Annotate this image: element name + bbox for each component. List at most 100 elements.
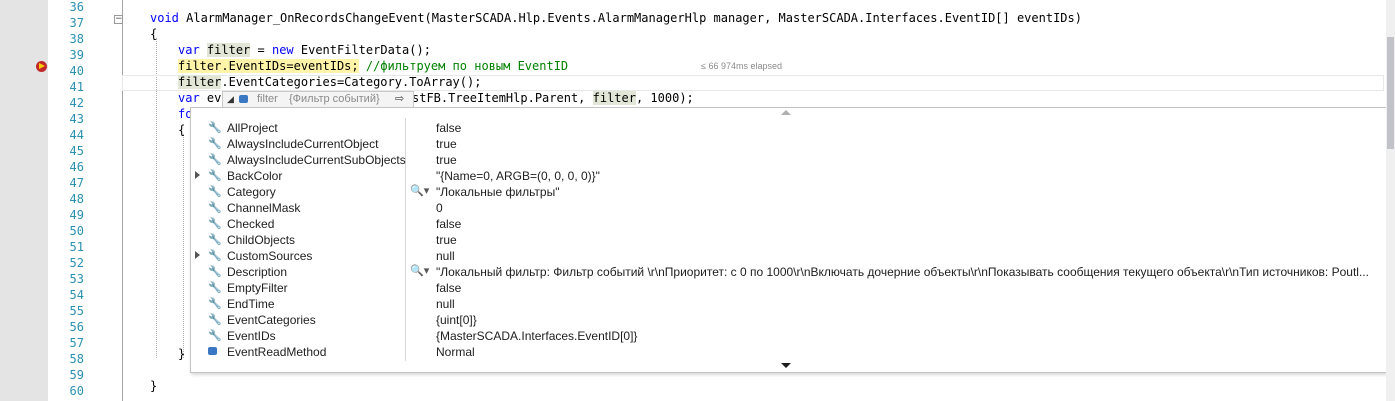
property-value[interactable]: true bbox=[436, 233, 1381, 247]
property-value[interactable]: "{Name=0, ARGB=(0, 0, 0, 0)}" bbox=[436, 169, 1381, 183]
line-number: 37 bbox=[69, 16, 84, 30]
property-row[interactable]: 🔧 AlwaysIncludeCurrentObject true bbox=[191, 136, 1386, 152]
keyword: void bbox=[150, 11, 179, 25]
code-text: , 1000); bbox=[635, 91, 694, 105]
collapse-datatip-icon[interactable]: ◢ bbox=[227, 94, 234, 105]
wrench-icon: 🔧 bbox=[208, 170, 222, 182]
property-row[interactable]: 🔧 ChildObjects true bbox=[191, 232, 1386, 248]
expand-arrow-icon[interactable] bbox=[195, 171, 200, 179]
property-row[interactable]: 🔧 Checked false bbox=[191, 216, 1386, 232]
scroll-down-icon[interactable] bbox=[781, 363, 791, 368]
code-line-41-tail[interactable]: stFB.TreeItemHlp.Parent, filter, 1000); bbox=[412, 91, 694, 105]
wrench-icon: 🔧 bbox=[208, 154, 222, 166]
code-line-37[interactable]: { bbox=[150, 27, 157, 41]
scrollbar-thumb[interactable] bbox=[1387, 37, 1394, 149]
property-row[interactable]: 🔧 Category 🔍▾ "Локальные фильтры" bbox=[191, 184, 1386, 200]
open-brace: { bbox=[178, 123, 186, 137]
method-signature: AlarmManager_OnRecordsChangeEvent(Master… bbox=[178, 11, 1082, 25]
indent-guide-inner bbox=[183, 134, 184, 358]
close-brace: } bbox=[178, 347, 186, 361]
line-number: 56 bbox=[69, 320, 84, 334]
scroll-up-icon[interactable] bbox=[781, 110, 791, 115]
property-row[interactable]: 🔧 EmptyFilter false bbox=[191, 280, 1386, 296]
property-name: Category bbox=[227, 185, 276, 199]
perf-tip-elapsed[interactable]: ≤ 66 974ms elapsed bbox=[701, 61, 782, 71]
property-name: AlwaysIncludeCurrentSubObjects bbox=[227, 153, 406, 167]
property-value[interactable]: 0 bbox=[436, 201, 1381, 215]
line-number: 39 bbox=[69, 48, 84, 62]
property-value[interactable]: false bbox=[436, 217, 1381, 231]
property-value[interactable]: false bbox=[436, 121, 1381, 135]
close-brace: } bbox=[150, 379, 158, 393]
wrench-icon: 🔧 bbox=[208, 330, 222, 342]
property-name: Checked bbox=[227, 217, 275, 231]
property-row[interactable]: 🔧 Description 🔍▾ "Локальный фильтр: Фильтр … bbox=[191, 264, 1386, 280]
code-line-38[interactable]: var filter = new EventFilterData(); bbox=[178, 43, 431, 57]
variable-filter[interactable]: filter bbox=[206, 43, 251, 57]
property-value[interactable]: "Локальный фильтр: Фильтр событий \r\nПр… bbox=[436, 265, 1381, 279]
property-name: EventCategories bbox=[227, 313, 316, 327]
property-name: EventIDs bbox=[227, 329, 276, 343]
property-row[interactable]: 🔧 EndTime null bbox=[191, 296, 1386, 312]
property-value[interactable]: {MasterSCADA.Interfaces.EventID[0]} bbox=[436, 329, 1381, 343]
wrench-icon: 🔧 bbox=[208, 202, 222, 214]
property-value[interactable]: "Локальные фильтры" bbox=[436, 185, 1381, 199]
line-number: 42 bbox=[69, 96, 84, 110]
line-number: 49 bbox=[69, 208, 84, 222]
keyword: var bbox=[178, 43, 200, 57]
code-text: ev bbox=[199, 91, 222, 105]
property-name: AlwaysIncludeCurrentObject bbox=[227, 137, 379, 151]
property-value[interactable]: true bbox=[436, 153, 1381, 167]
property-row[interactable]: 🔧 EventIDs {MasterSCADA.Interfaces.EventID… bbox=[191, 328, 1386, 344]
property-row[interactable]: 🔧 ChannelMask 0 bbox=[191, 200, 1386, 216]
property-value[interactable]: false bbox=[436, 281, 1381, 295]
code-text: = bbox=[250, 43, 272, 57]
property-name: ChannelMask bbox=[227, 201, 301, 215]
code-line-59[interactable]: } bbox=[150, 379, 157, 393]
line-number: 53 bbox=[69, 272, 84, 286]
property-value[interactable]: null bbox=[436, 249, 1381, 263]
pin-icon[interactable]: ⇨ bbox=[395, 92, 404, 105]
variable-filter[interactable]: filter bbox=[592, 91, 636, 105]
property-row[interactable]: 🔧 EventCategories {uint[0]} bbox=[191, 312, 1386, 328]
property-value[interactable]: true bbox=[436, 137, 1381, 151]
wrench-icon: 🔧 bbox=[208, 298, 222, 310]
property-name: Description bbox=[227, 265, 288, 279]
expand-arrow-icon[interactable] bbox=[195, 251, 200, 259]
property-value[interactable]: {uint[0]} bbox=[436, 313, 1381, 327]
property-name: AllProject bbox=[227, 121, 278, 135]
variable-filter[interactable]: filter bbox=[178, 75, 222, 89]
open-brace: { bbox=[150, 27, 158, 41]
property-value[interactable]: Normal bbox=[436, 345, 1381, 359]
code-line-43[interactable]: { bbox=[178, 123, 185, 137]
property-row[interactable]: 🔧 AllProject false bbox=[191, 120, 1386, 136]
property-name: ChildObjects bbox=[227, 233, 296, 247]
magnifier-icon[interactable]: 🔍▾ bbox=[410, 184, 429, 197]
wrench-icon: 🔧 bbox=[208, 122, 222, 134]
line-number: 38 bbox=[69, 32, 84, 46]
property-row[interactable]: 🔧 CustomSources null bbox=[191, 248, 1386, 264]
code-line-57[interactable]: } bbox=[178, 347, 185, 361]
datatip-properties-panel[interactable]: 🔧 AllProject false 🔧 AlwaysIncludeCurrentObj… bbox=[190, 107, 1387, 373]
property-row[interactable]: 🔧 AlwaysIncludeCurrentSubObjects true bbox=[191, 152, 1386, 168]
current-statement-arrow-icon bbox=[39, 63, 45, 69]
wrench-icon: 🔧 bbox=[208, 186, 222, 198]
keyword: new bbox=[271, 43, 294, 57]
collapse-toggle-icon[interactable]: − bbox=[114, 15, 123, 24]
variable-filter[interactable]: filter bbox=[178, 59, 222, 73]
magnifier-icon[interactable]: 🔍▾ bbox=[410, 264, 429, 277]
property-row[interactable]: EventReadMethod Normal bbox=[191, 344, 1386, 360]
code-line-36[interactable]: void AlarmManager_OnRecordsChangeEvent(M… bbox=[150, 11, 1082, 25]
property-value[interactable]: null bbox=[436, 297, 1381, 311]
code-line-40[interactable]: filter.EventCategories=Category.ToArray(… bbox=[178, 75, 481, 89]
line-number: 40 bbox=[69, 64, 84, 78]
property-row[interactable]: 🔧 BackColor "{Name=0, ARGB=(0, 0, 0, 0)}" bbox=[191, 168, 1386, 184]
object-icon bbox=[239, 95, 248, 103]
datatip-header[interactable]: ◢ filter {Фильтр событий} ⇨ bbox=[222, 91, 414, 108]
line-number: 60 bbox=[69, 384, 84, 398]
line-number: 46 bbox=[69, 160, 84, 174]
comment: //фильтруем по новым EventID bbox=[358, 59, 569, 73]
code-line-39[interactable]: filter.EventIDs=eventIDs; //фильтруем по… bbox=[178, 59, 568, 73]
outline-margin bbox=[122, 0, 123, 401]
code-line-41[interactable]: var ev bbox=[178, 91, 221, 105]
